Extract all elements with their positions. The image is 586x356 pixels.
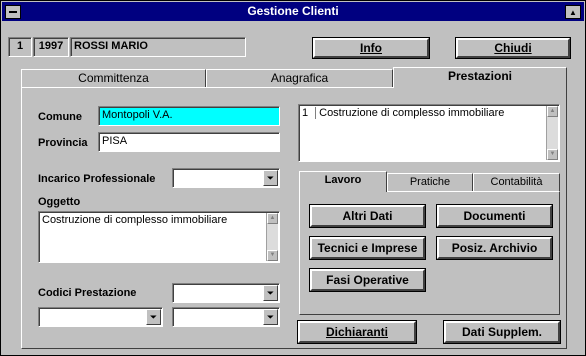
scroll-up-icon[interactable]: ▲ xyxy=(547,106,558,117)
system-menu-icon[interactable] xyxy=(5,5,21,19)
documenti-button[interactable]: Documenti xyxy=(436,204,553,228)
prestazioni-list[interactable]: 1 Costruzione di complesso immobiliare ▲… xyxy=(298,104,560,162)
record-year: 1997 xyxy=(33,37,69,57)
codici-combo-2[interactable]: ⏷ xyxy=(38,307,163,327)
client-name: ROSSI MARIO xyxy=(70,37,246,57)
subtab-contabilita-label: Contabilità xyxy=(490,176,543,188)
fasi-operative-button[interactable]: Fasi Operative xyxy=(309,268,426,292)
codici-label: Codici Prestazione xyxy=(38,287,137,299)
scroll-down-icon[interactable]: ▼ xyxy=(267,250,278,261)
oggetto-textarea[interactable]: Costruzione di complesso immobiliare ▲ ▼ xyxy=(38,211,280,263)
altri-dati-label: Altri Dati xyxy=(342,209,393,223)
close-button[interactable]: Chiudi xyxy=(455,37,571,59)
posiz-archivio-button[interactable]: Posiz. Archivio xyxy=(436,236,553,260)
fasi-operative-label: Fasi Operative xyxy=(326,273,409,287)
provincia-field[interactable]: PISA xyxy=(98,132,280,152)
provincia-label: Provincia xyxy=(38,137,88,149)
tab-prestazioni-label: Prestazioni xyxy=(447,69,513,83)
codici-combo-1[interactable]: ⏷ xyxy=(172,283,280,303)
tab-committenza-label: Committenza xyxy=(78,71,149,85)
maximize-icon[interactable]: ▲ xyxy=(565,5,581,19)
record-number: 1 xyxy=(8,37,32,57)
subtab-lavoro[interactable]: Lavoro xyxy=(299,171,387,192)
subtab-lavoro-label: Lavoro xyxy=(324,174,362,186)
dati-supplem-label: Dati Supplem. xyxy=(461,325,542,339)
info-button-label: Info xyxy=(360,41,382,55)
combo-arrow-icon[interactable]: ⏷ xyxy=(146,309,161,325)
dichiaranti-label: Dichiaranti xyxy=(325,325,388,339)
scroll-down-icon[interactable]: ▼ xyxy=(547,149,558,160)
list-scrollbar[interactable]: ▲ ▼ xyxy=(546,106,558,160)
window: Gestione Clienti ▲ 1 1997 ROSSI MARIO In… xyxy=(0,0,586,356)
incarico-combo[interactable]: ⏷ xyxy=(172,168,280,188)
list-item-number: 1 xyxy=(302,107,309,119)
comune-field[interactable]: Montopoli V.A. xyxy=(98,106,280,126)
tecnici-imprese-button[interactable]: Tecnici e Imprese xyxy=(309,236,426,260)
tab-anagrafica[interactable]: Anagrafica xyxy=(206,69,393,88)
combo-arrow-icon[interactable]: ⏷ xyxy=(263,309,278,325)
window-title: Gestione Clienti xyxy=(247,4,339,18)
altri-dati-button[interactable]: Altri Dati xyxy=(309,204,426,228)
dati-supplem-button[interactable]: Dati Supplem. xyxy=(443,320,561,344)
subtab-pratiche[interactable]: Pratiche xyxy=(387,173,473,192)
tecnici-imprese-label: Tecnici e Imprese xyxy=(317,241,418,255)
incarico-label: Incarico Professionale xyxy=(38,173,156,185)
posiz-archivio-label: Posiz. Archivio xyxy=(451,241,538,255)
tab-committenza[interactable]: Committenza xyxy=(21,69,206,88)
codici-combo-3[interactable]: ⏷ xyxy=(172,307,280,327)
oggetto-value: Costruzione di complesso immobiliare xyxy=(42,214,228,226)
scroll-up-icon[interactable]: ▲ xyxy=(267,213,278,224)
dichiaranti-button[interactable]: Dichiaranti xyxy=(297,320,417,344)
oggetto-scrollbar[interactable]: ▲ ▼ xyxy=(266,213,278,261)
list-item-text: Costruzione di complesso immobiliare xyxy=(319,107,505,119)
subtab-contabilita[interactable]: Contabilità xyxy=(473,173,560,192)
subtab-pratiche-label: Pratiche xyxy=(409,176,451,188)
tab-prestazioni[interactable]: Prestazioni xyxy=(393,67,567,88)
comune-label: Comune xyxy=(38,111,82,123)
title-bar[interactable]: Gestione Clienti ▲ xyxy=(2,2,584,21)
oggetto-label: Oggetto xyxy=(38,196,81,208)
documenti-label: Documenti xyxy=(463,209,526,223)
combo-arrow-icon[interactable]: ⏷ xyxy=(263,285,278,301)
tab-anagrafica-label: Anagrafica xyxy=(270,71,329,85)
combo-arrow-icon[interactable]: ⏷ xyxy=(263,170,278,186)
close-button-label: Chiudi xyxy=(494,41,532,55)
info-button[interactable]: Info xyxy=(312,37,430,59)
